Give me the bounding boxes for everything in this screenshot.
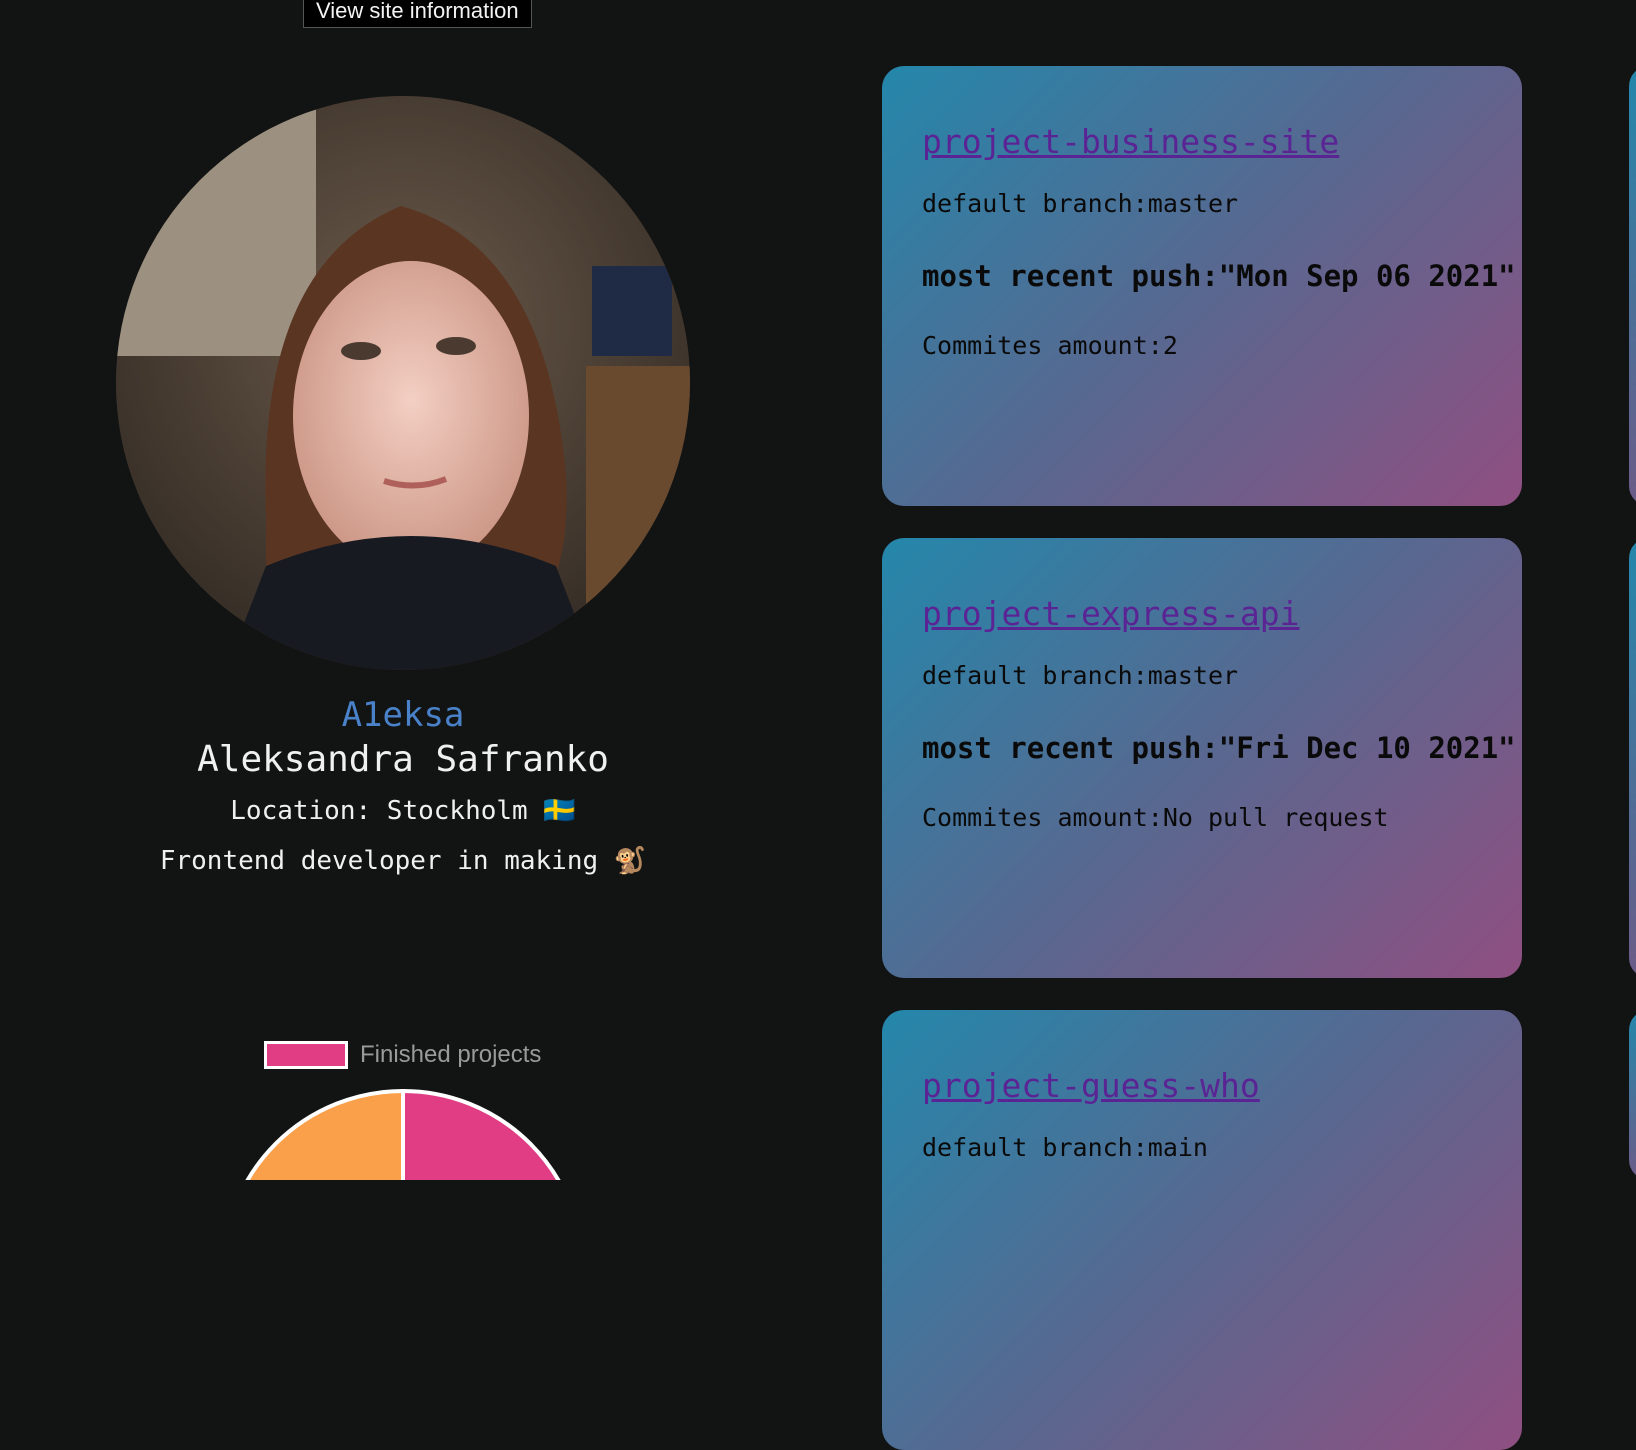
chart-legend[interactable]: Finished projects [264,1040,541,1070]
recent-push: most recent push:"Mon Sep 06 2021" [922,259,1516,293]
legend-swatch-finished [264,1041,348,1069]
commit-count: Commites amount:2 [922,331,1178,360]
projects-pie-chart [223,1088,583,1180]
project-link[interactable]: project-express-api [922,592,1300,636]
legend-label-finished: Finished projects [360,1041,542,1068]
profile-avatar [116,96,690,670]
project-link[interactable]: project-business-site [922,120,1339,164]
project-card: project-express-api default branch:maste… [882,538,1522,978]
project-link[interactable]: project-guess-who [922,1064,1260,1108]
bio-text: Frontend developer in making 🐒 [159,846,647,876]
avatar-photo [116,96,690,670]
default-branch: default branch:master [922,661,1239,690]
pie-slice-other[interactable] [223,1088,405,1180]
recent-push: most recent push:"Fri Dec 10 2021" [922,731,1516,765]
pie-slice-finished[interactable] [401,1088,583,1180]
next-column-card [1629,1010,1636,1180]
next-column-card [1629,538,1636,978]
default-branch: default branch:master [922,189,1239,218]
project-card: project-guess-who default branch:main [882,1010,1522,1450]
next-column-card [1629,66,1636,506]
project-card: project-business-site default branch:mas… [882,66,1522,506]
site-info-tooltip: View site information [303,0,532,28]
location-text: Location: Stockholm 🇸🇪 [230,796,576,826]
full-name: Aleksandra Safranko [197,739,609,780]
default-branch: default branch:main [922,1133,1208,1162]
username: A1eksa [341,695,465,735]
commit-count: Commites amount:No pull request [922,803,1389,832]
